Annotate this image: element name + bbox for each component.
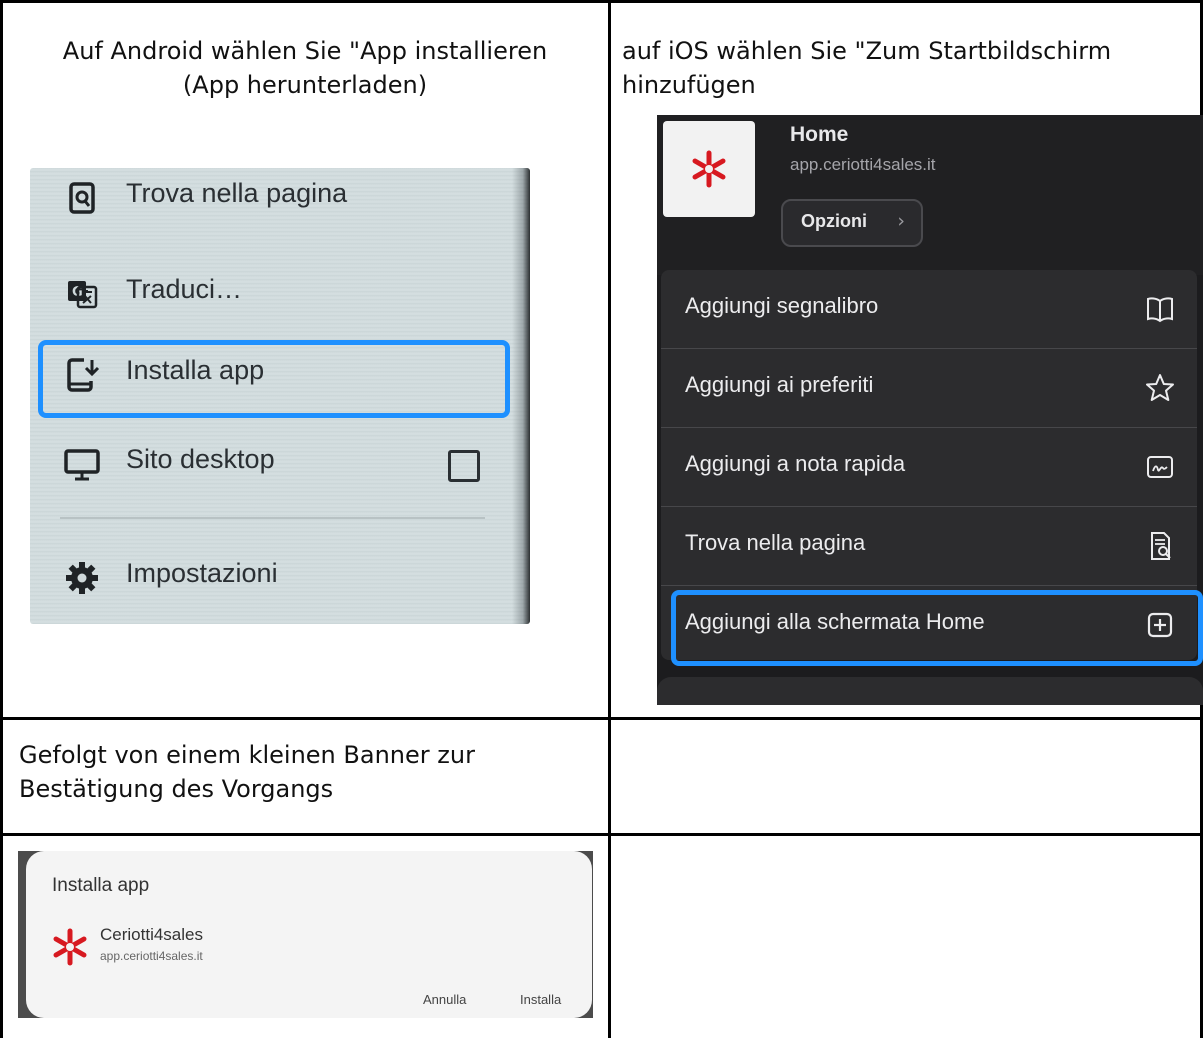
quick-note-icon [1147, 456, 1173, 478]
banner-instruction-text: Gefolgt von einem kleinen Banner zur Bes… [19, 741, 475, 803]
menu-item-settings[interactable]: Impostazioni [30, 548, 510, 608]
translate-icon: G [68, 281, 98, 309]
site-thumbnail [663, 121, 755, 217]
install-button[interactable]: Installa [520, 992, 561, 1007]
cancel-button[interactable]: Annulla [423, 992, 466, 1007]
ceriotti-logo-icon [692, 150, 726, 188]
table-column-divider [608, 0, 611, 1038]
ios-menu-screenshot: Home app.ceriotti4sales.it Opzioni › Agg… [657, 115, 1203, 705]
menu-divider [60, 517, 485, 519]
add-to-home-highlight-frame [671, 590, 1203, 666]
menu-item-add-quick-note[interactable]: Aggiungi a nota rapida [661, 428, 1197, 506]
table-row-divider [0, 717, 1203, 720]
android-instruction-text: Auf Android wählen Sie "App installieren… [62, 37, 548, 99]
book-icon [1147, 297, 1173, 323]
menu-item-find-in-page[interactable]: Trova nella pagina [30, 168, 510, 228]
ios-next-panel [657, 677, 1203, 705]
menu-item-label: Aggiungi a nota rapida [685, 451, 906, 476]
app-url: app.ceriotti4sales.it [100, 949, 203, 963]
android-menu-screenshot: Trova nella pagina G Traduci… Installa a… [30, 168, 530, 624]
desktop-icon [64, 449, 100, 481]
menu-item-label: Impostazioni [126, 558, 278, 588]
table-border-left [0, 0, 3, 1038]
page-url: app.ceriotti4sales.it [790, 155, 936, 174]
menu-item-label: Aggiungi segnalibro [685, 293, 879, 318]
menu-item-label: Traduci… [126, 274, 243, 304]
find-in-page-icon [69, 182, 95, 214]
ios-page-header: Home app.ceriotti4sales.it Opzioni › [657, 115, 1203, 275]
desktop-site-checkbox[interactable] [448, 450, 480, 482]
install-dialog-screenshot: Installa app Ceriotti4sales app.ceriotti… [18, 851, 593, 1018]
options-label: Opzioni [801, 211, 867, 231]
table-border-top [0, 0, 1203, 3]
menu-item-label: Aggiungi ai preferiti [685, 372, 874, 397]
menu-item-translate[interactable]: G Traduci… [30, 264, 510, 324]
menu-item-find-in-page[interactable]: Trova nella pagina [661, 507, 1197, 585]
menu-item-add-favorites[interactable]: Aggiungi ai preferiti [661, 349, 1197, 427]
find-document-icon [1151, 532, 1171, 560]
ios-instruction-text: auf iOS wählen Sie "Zum Startbildschirm … [622, 37, 1112, 99]
menu-item-desktop-site[interactable]: Sito desktop [30, 434, 510, 494]
menu-item-add-bookmark[interactable]: Aggiungi segnalibro [661, 270, 1197, 348]
page-title: Home [790, 123, 849, 146]
menu-item-label: Trova nella pagina [126, 178, 348, 208]
table-row-divider [0, 833, 1203, 836]
install-dialog: Installa app Ceriotti4sales app.ceriotti… [26, 851, 592, 1018]
chevron-right-icon: › [897, 210, 905, 232]
menu-item-label: Sito desktop [126, 444, 275, 474]
gear-icon [66, 562, 98, 594]
menu-item-label: Trova nella pagina [685, 530, 866, 555]
install-app-highlight-frame [38, 340, 510, 418]
options-button[interactable]: Opzioni › [781, 199, 923, 247]
app-name: Ceriotti4sales [100, 925, 203, 944]
dialog-title: Installa app [52, 875, 150, 896]
ceriotti-logo-icon [53, 928, 87, 966]
star-icon [1146, 374, 1174, 401]
